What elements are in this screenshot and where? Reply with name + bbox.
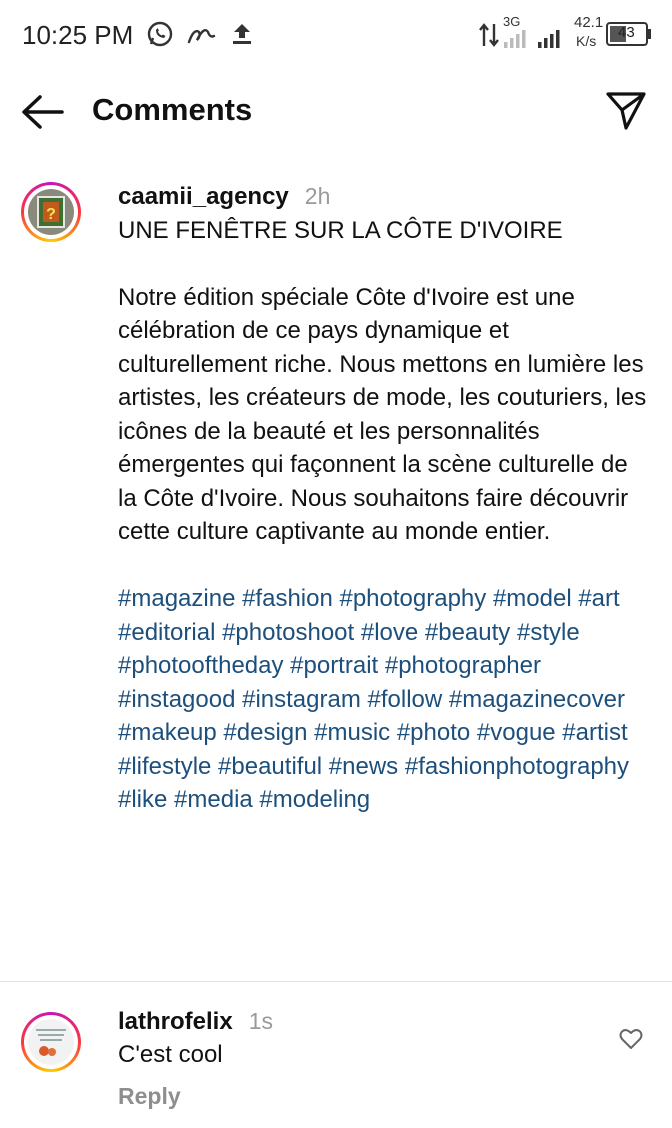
divider xyxy=(0,981,672,982)
network-type: 3G xyxy=(503,14,521,29)
caption-hashtags[interactable]: #magazine #fashion #photography #model #… xyxy=(118,582,648,817)
caption-text: UNE FENÊTRE SUR LA CÔTE D'IVOIRE Notre é… xyxy=(118,216,647,546)
page-title: Comments xyxy=(92,92,253,127)
back-button[interactable] xyxy=(18,92,68,132)
comment-author-avatar[interactable] xyxy=(21,1012,81,1072)
comment-time: 1s xyxy=(248,1008,273,1034)
comment: lathrofelix 1s C'est cool Reply xyxy=(118,1005,598,1113)
status-time: 10:25 PM xyxy=(22,20,134,50)
like-button[interactable] xyxy=(618,1026,644,1052)
reply-button[interactable]: Reply xyxy=(118,1080,598,1113)
whatsapp-icon xyxy=(146,20,174,53)
comment-username[interactable]: lathrofelix xyxy=(118,1008,233,1035)
avatar-image: ? xyxy=(28,189,74,235)
share-button[interactable] xyxy=(604,90,652,136)
send-icon xyxy=(604,92,648,136)
status-bar: 10:25 PM 3G 42.1 K/s 43 xyxy=(0,0,672,70)
caption-header: caamii_agency 2h xyxy=(118,180,648,214)
back-arrow-icon xyxy=(18,95,66,136)
speed-value: 42.1 xyxy=(574,14,604,31)
signal-icon xyxy=(502,28,566,53)
notification-icon xyxy=(186,20,216,53)
svg-text:?: ? xyxy=(46,206,56,223)
avatar-image xyxy=(28,1019,74,1065)
post-author-avatar[interactable]: ? xyxy=(21,182,81,242)
header: Comments xyxy=(0,80,672,144)
caption-time: 2h xyxy=(304,183,331,209)
data-transfer-icon xyxy=(478,22,500,53)
caption-username[interactable]: caamii_agency xyxy=(118,183,289,210)
heart-icon xyxy=(618,1029,644,1056)
comment-header: lathrofelix 1s xyxy=(118,1005,598,1038)
caption: caamii_agency 2h UNE FENÊTRE SUR LA CÔTE … xyxy=(118,180,648,817)
comment-text: C'est cool xyxy=(118,1041,223,1068)
upload-icon xyxy=(230,20,254,53)
speed-unit: K/s xyxy=(576,33,597,49)
battery-level: 43 xyxy=(618,24,635,41)
